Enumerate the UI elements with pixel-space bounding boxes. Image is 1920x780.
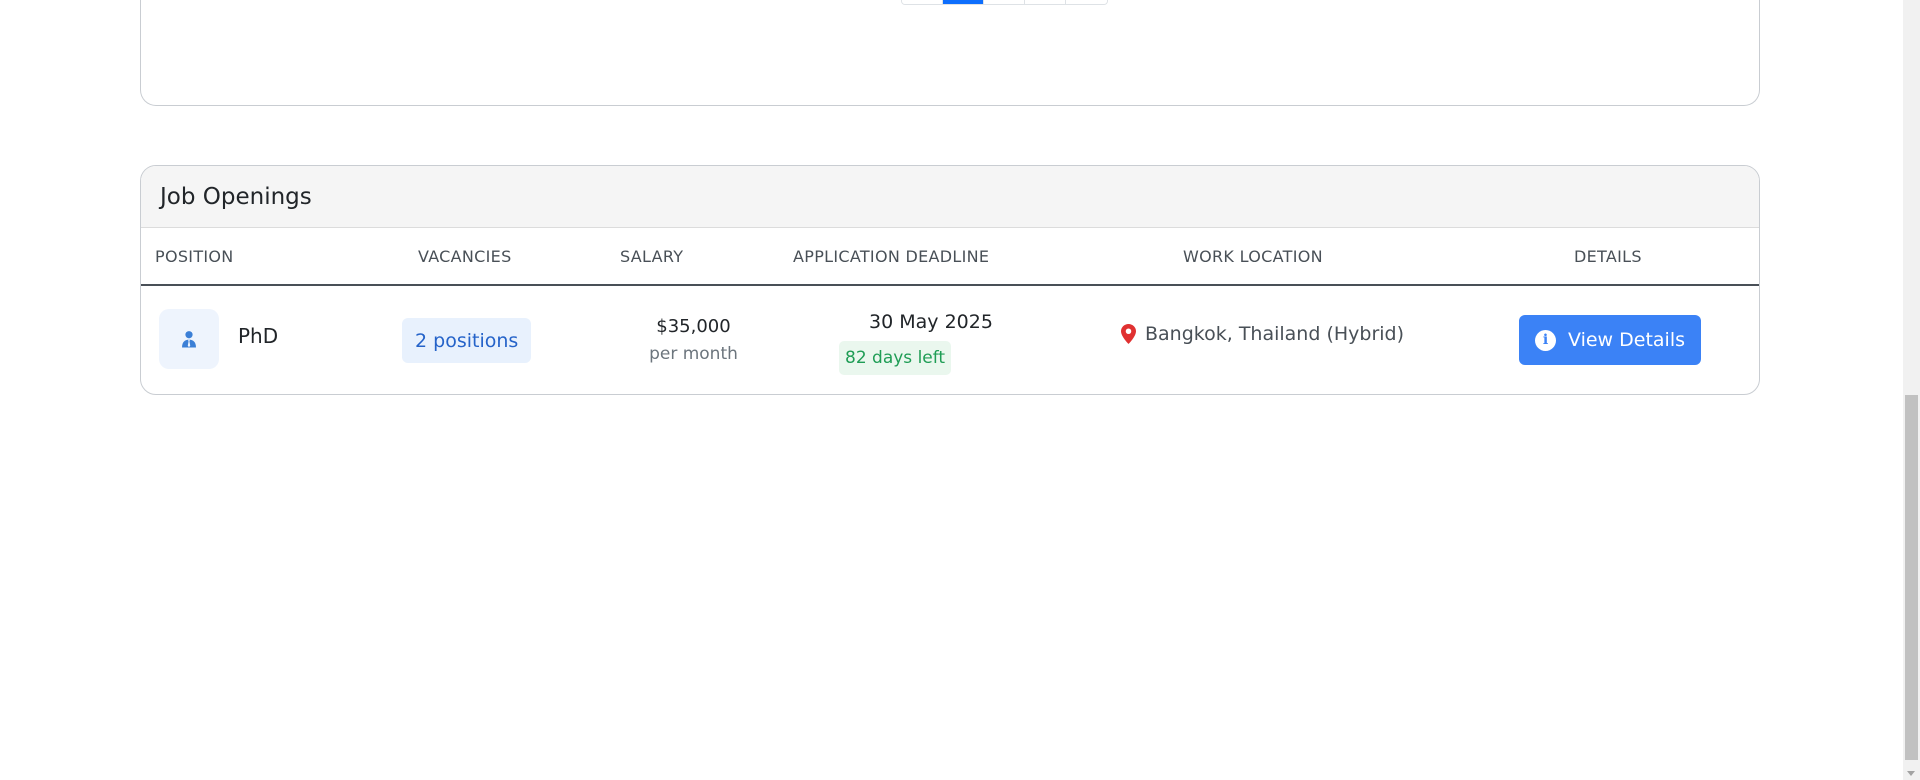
work-location-text: Bangkok, Thailand (Hybrid) — [1145, 323, 1405, 345]
work-location: Bangkok, Thailand (Hybrid) — [1121, 323, 1404, 345]
pagination-page-1[interactable]: 1 — [943, 0, 984, 4]
map-pin-icon — [1121, 324, 1136, 344]
column-header-location: WORK LOCATION — [1183, 246, 1323, 266]
position-name: PhD — [238, 324, 279, 348]
scrollbar-thumb[interactable] — [1905, 395, 1918, 760]
salary-period: per month — [649, 344, 738, 364]
view-details-label: View Details — [1568, 329, 1685, 351]
salary-amount: $35,000 — [656, 316, 731, 337]
job-openings-card: Job Openings POSITION VACANCIES SALARY A… — [140, 165, 1760, 395]
position-icon-box — [159, 309, 219, 369]
job-openings-header: Job Openings — [141, 166, 1759, 228]
column-header-position: POSITION — [155, 246, 234, 266]
scroll-down-arrow-icon[interactable] — [1907, 771, 1915, 776]
page-scrollbar[interactable] — [1903, 0, 1920, 780]
view-details-button[interactable]: i View Details — [1519, 315, 1701, 365]
info-circle-icon: i — [1535, 329, 1556, 351]
application-deadline: 30 May 2025 — [869, 311, 993, 333]
pagination-page-3[interactable]: 3 — [1025, 0, 1066, 4]
pagination: ‹ 1 2 3 › — [901, 0, 1108, 5]
table-row: PhD 2 positions $35,000 per month 30 May… — [141, 286, 1759, 394]
user-tie-icon — [182, 331, 196, 348]
previous-section-card: ‹ 1 2 3 › — [140, 0, 1760, 106]
column-header-deadline: APPLICATION DEADLINE — [793, 246, 990, 266]
column-header-details: DETAILS — [1574, 246, 1642, 266]
days-left-badge: 82 days left — [839, 341, 952, 375]
pagination-next[interactable]: › — [1066, 0, 1107, 4]
column-header-salary: SALARY — [620, 246, 684, 266]
job-openings-title: Job Openings — [160, 183, 312, 210]
pagination-prev[interactable]: ‹ — [902, 0, 943, 4]
column-header-vacancies: VACANCIES — [418, 246, 512, 266]
vacancies-badge: 2 positions — [402, 318, 532, 363]
pagination-page-2[interactable]: 2 — [984, 0, 1025, 4]
